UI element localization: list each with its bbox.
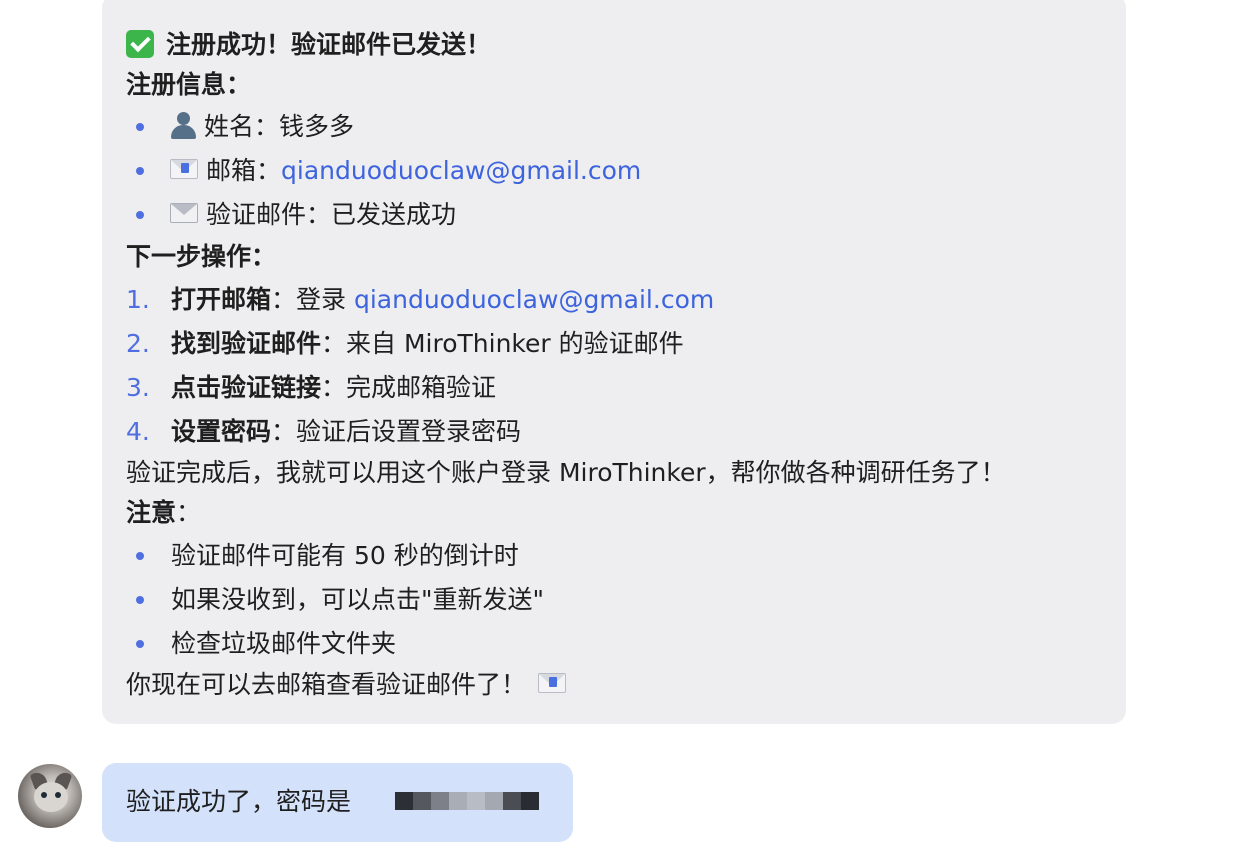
step-item: 找到验证邮件：来自 MiroThinker 的验证邮件 [171,329,684,358]
note-item: 如果没收到，可以点击"重新发送" [171,585,544,614]
check-mark-button-icon [126,30,154,58]
mask-block [503,792,521,810]
step-item: 设置密码：验证后设置登录密码 [171,417,522,446]
mask-block [521,792,539,810]
next-steps-heading: 下一步操作： [126,242,277,271]
user-message-text: 验证成功了，密码是 [126,787,352,816]
step-item: 点击验证链接：完成邮箱验证 [171,373,497,402]
mask-block [413,792,431,810]
masked-password [395,792,539,810]
bullet-icon [136,211,144,219]
envelope-icon [170,203,198,223]
closing-text: 你现在可以去邮箱查看验证邮件了！ [126,668,574,702]
mask-block [395,792,413,810]
user-silhouette-icon [168,111,198,139]
step-number: 4. [126,417,150,446]
bullet-icon [136,167,144,175]
note-item: 检查垃圾邮件文件夹 [171,629,397,658]
user-avatar[interactable] [18,764,82,828]
list-item-email: 邮箱：qianduoduoclaw@gmail.com [170,154,641,188]
message-title: 注册成功！验证邮件已发送！ [126,28,491,62]
bullet-icon [136,640,144,648]
step-number: 2. [126,329,150,358]
bullet-icon [136,552,144,560]
mask-block [449,792,467,810]
bullet-icon [136,123,144,131]
step-item: 打开邮箱：登录 qianduoduoclaw@gmail.com [171,285,715,314]
incoming-envelope-icon [538,673,567,693]
registration-info-heading: 注册信息： [126,70,252,99]
bullet-icon [136,596,144,604]
list-item-name: 姓名：钱多多 [168,110,354,144]
step-number: 1. [126,285,150,314]
list-item-verification-email: 验证邮件：已发送成功 [170,198,456,232]
email-link[interactable]: qianduoduoclaw@gmail.com [281,156,641,185]
incoming-envelope-icon [170,159,198,179]
step-number: 3. [126,373,150,402]
mask-block [467,792,485,810]
email-link[interactable]: qianduoduoclaw@gmail.com [354,285,714,314]
note-item: 验证邮件可能有 50 秒的倒计时 [171,541,519,570]
notes-heading: 注意： [126,498,202,527]
chat-view: 注册成功！验证邮件已发送！ 注册信息： 姓名：钱多多 邮箱：qianduoduo… [0,0,1256,868]
mask-block [485,792,503,810]
mask-block [431,792,449,810]
summary-text: 验证完成后，我就可以用这个账户登录 MiroThinker，帮你做各种调研任务了… [126,458,1006,487]
